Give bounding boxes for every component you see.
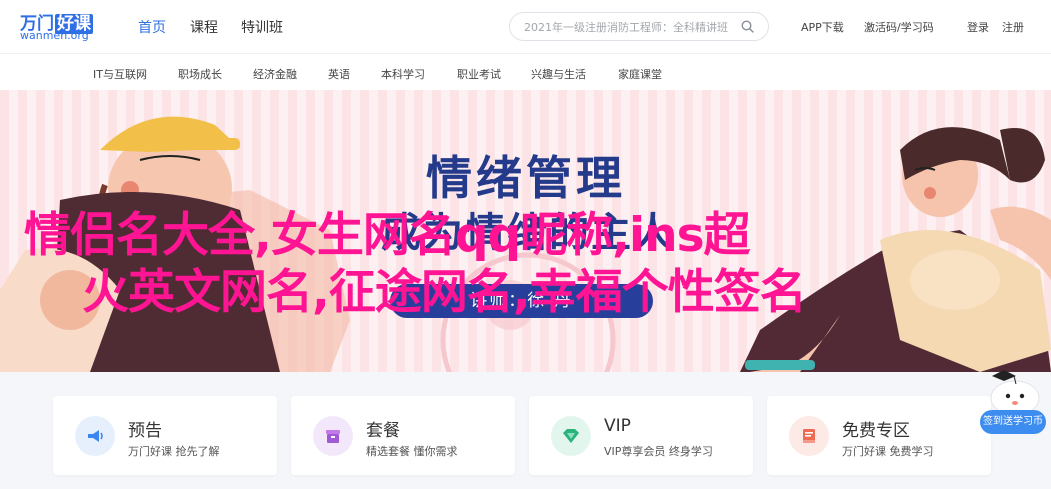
category-hobby[interactable]: 兴趣与生活: [531, 66, 586, 82]
feature-title: VIP: [604, 416, 631, 436]
category-english[interactable]: 英语: [328, 66, 350, 82]
feature-section: 预告 万门好课 抢先了解 套餐 精选套餐 懂你需求 VIP VIP尊享会员 终身…: [0, 372, 1051, 489]
category-finance[interactable]: 经济金融: [253, 66, 297, 82]
book-icon: [789, 416, 829, 456]
feature-subtitle: VIP尊享会员 终身学习: [604, 445, 713, 458]
package-icon: [313, 416, 353, 456]
category-exams[interactable]: 职业考试: [457, 66, 501, 82]
activation-code-link[interactable]: 激活码/学习码: [864, 19, 934, 35]
signin-widget[interactable]: 签到送学习币: [978, 366, 1048, 438]
feature-card-preview[interactable]: 预告 万门好课 抢先了解: [53, 396, 277, 475]
feature-title: 免费专区: [842, 421, 910, 441]
overlay-headline-line2: 火英文网名,征途网名,幸福个性签名: [82, 265, 807, 320]
feature-card-free[interactable]: 免费专区 万门好课 免费学习: [767, 396, 991, 475]
megaphone-icon: [75, 416, 115, 456]
app-download-link[interactable]: APP下载: [801, 19, 844, 35]
mascot-icon: [990, 370, 1040, 416]
category-it[interactable]: IT与互联网: [93, 66, 147, 82]
nav-special-training[interactable]: 特训班: [241, 17, 283, 37]
feature-card-vip[interactable]: VIP VIP尊享会员 终身学习: [529, 396, 753, 475]
feature-title: 预告: [128, 421, 162, 441]
site-logo[interactable]: 万门 好课 wanmen.org: [20, 9, 93, 43]
feature-subtitle: 精选套餐 懂你需求: [366, 445, 458, 458]
category-career[interactable]: 职场成长: [178, 66, 222, 82]
category-undergrad[interactable]: 本科学习: [381, 66, 425, 82]
nav-courses[interactable]: 课程: [190, 17, 218, 37]
feature-subtitle: 万门好课 免费学习: [842, 445, 934, 458]
feature-subtitle: 万门好课 抢先了解: [128, 445, 220, 458]
top-header: 万门好课 wanmen.org 首页 课程 特训班 APP下载 激活码/学习码 …: [0, 0, 1051, 54]
category-bar: IT与互联网 职场成长 经济金融 英语 本科学习 职业考试 兴趣与生活 家庭课堂: [0, 55, 1051, 90]
diamond-icon: [551, 416, 591, 456]
search-input[interactable]: [524, 19, 729, 35]
feature-title: 套餐: [366, 421, 400, 441]
category-family[interactable]: 家庭课堂: [618, 66, 662, 82]
nav-home[interactable]: 首页: [138, 17, 166, 37]
signin-button[interactable]: 签到送学习币: [980, 410, 1046, 434]
search-box[interactable]: [509, 12, 769, 41]
logo-domain: wanmen.org: [20, 29, 89, 42]
hero-banner[interactable]: 情绪管理 成为情绪的主人 讲师：徐 丹 情侣名大全,女生网名qq昵称,ins超 …: [0, 90, 1051, 372]
search-icon[interactable]: [741, 20, 754, 33]
feature-card-package[interactable]: 套餐 精选套餐 懂你需求: [291, 396, 515, 475]
register-link[interactable]: 注册: [1002, 19, 1024, 35]
login-link[interactable]: 登录: [967, 19, 989, 35]
